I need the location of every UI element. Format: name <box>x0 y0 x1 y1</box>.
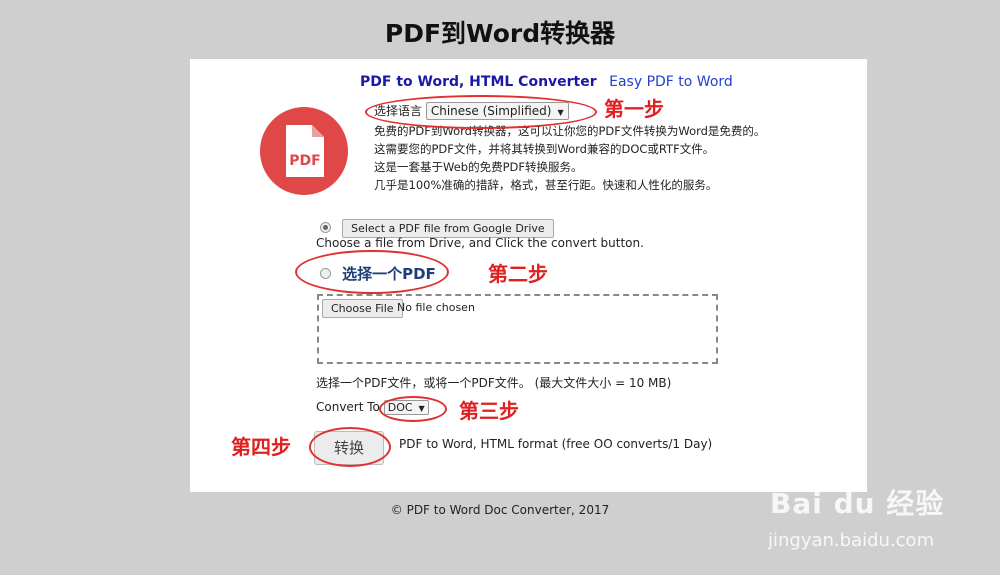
file-dropzone[interactable]: Choose File No file chosen <box>317 294 718 364</box>
description: 免费的PDF到Word转换器，这可以让你您的PDF文件转换为Word是免费的。 … <box>374 122 765 194</box>
no-file-text: No file chosen <box>397 301 475 314</box>
google-drive-hint: Choose a file from Drive, and Click the … <box>316 236 644 250</box>
google-drive-row: Select a PDF file from Google Drive <box>320 217 554 238</box>
description-line: 这是一套基于Web的免费PDF转换服务。 <box>374 160 583 174</box>
step4-highlight <box>309 427 391 467</box>
submit-note: PDF to Word, HTML format (free OO conver… <box>399 437 713 451</box>
step3-label: 第三步 <box>459 399 519 423</box>
step2-label: 第二步 <box>488 262 548 286</box>
step3-highlight <box>379 396 447 422</box>
pdf-logo-text: PDF <box>289 153 320 169</box>
header: PDF to Word, HTML Converter Easy PDF to … <box>360 74 733 90</box>
baidu-watermark-url: jingyan.baidu.com <box>768 530 935 551</box>
pdf-logo-icon: PDF <box>260 107 348 195</box>
choose-file-button[interactable]: Choose File <box>322 299 403 318</box>
subtitle-link[interactable]: Easy PDF to Word <box>609 74 733 90</box>
file-limit-text: 选择一个PDF文件，或将一个PDF文件。 (最大文件大小 = 10 MB) <box>316 376 672 390</box>
description-line: 这需要您的PDF文件，并将其转换到Word兼容的DOC或RTF文件。 <box>374 142 715 156</box>
page-title: PDF到Word转换器 <box>384 19 616 48</box>
baidu-watermark: Bai du 经验 <box>770 487 945 520</box>
description-line: 几乎是100%准确的措辞，格式，甚至行距。快速和人性化的服务。 <box>374 178 718 192</box>
step1-label: 第一步 <box>604 97 664 121</box>
convert-label: Convert To <box>316 400 380 414</box>
step4-label: 第四步 <box>231 435 291 459</box>
step2-highlight <box>295 250 449 294</box>
google-drive-radio[interactable] <box>320 222 331 233</box>
brand-title: PDF to Word, HTML Converter <box>360 74 597 90</box>
step1-highlight <box>365 95 597 129</box>
